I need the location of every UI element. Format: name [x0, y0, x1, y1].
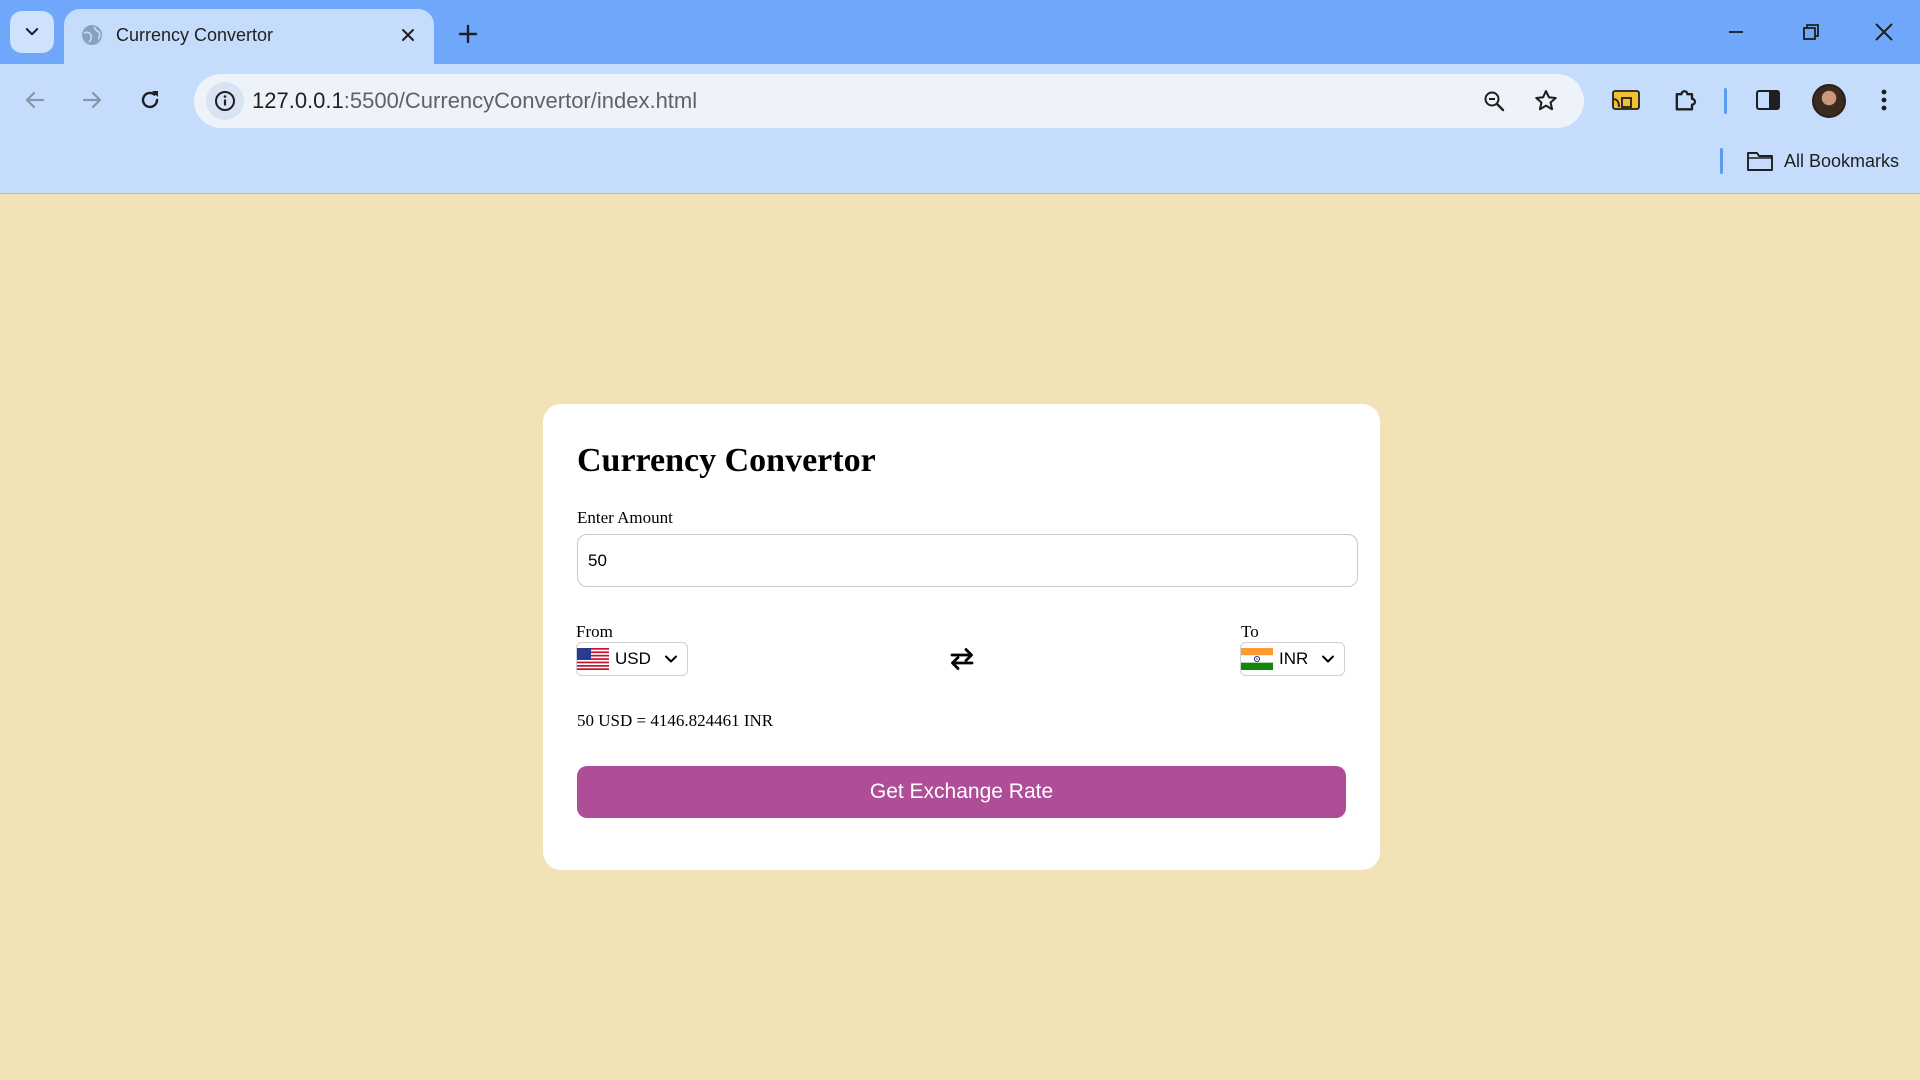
- tab-title: Currency Convertor: [116, 25, 274, 45]
- close-tab-icon[interactable]: [396, 23, 420, 47]
- url-path: :5500/CurrencyConvertor/index.html: [343, 88, 698, 113]
- more-options-icon[interactable]: [1866, 82, 1902, 118]
- new-tab-plus-icon[interactable]: [452, 18, 484, 50]
- page-title: Currency Convertor: [577, 442, 876, 479]
- address-bar[interactable]: 127.0.0.1:5500/CurrencyConvertor/index.h…: [194, 74, 1584, 128]
- restore-icon[interactable]: [1793, 14, 1829, 50]
- url-host: 127.0.0.1: [252, 88, 344, 113]
- bookmark-star-icon[interactable]: [1530, 85, 1562, 117]
- side-panel-icon[interactable]: [1750, 82, 1786, 118]
- amount-label: Enter Amount: [577, 508, 673, 527]
- conversion-result: 50 USD = 4146.824461 INR: [577, 711, 774, 730]
- zoom-icon[interactable]: [1478, 85, 1510, 117]
- minimize-icon[interactable]: [1718, 14, 1754, 50]
- browser-toolbar: 127.0.0.1:5500/CurrencyConvertor/index.h…: [0, 64, 1920, 194]
- swap-arrows-icon[interactable]: [945, 642, 979, 676]
- amount-input[interactable]: [577, 534, 1358, 587]
- all-bookmarks-label: All Bookmarks: [1784, 150, 1900, 171]
- globe-icon: [82, 25, 102, 45]
- converter-card: Currency Convertor Enter Amount From USD…: [543, 404, 1380, 870]
- forward-arrow-icon[interactable]: [72, 80, 112, 120]
- to-label: To: [1241, 622, 1259, 641]
- to-currency-value: INR: [1279, 649, 1309, 668]
- site-info-icon[interactable]: [206, 82, 244, 120]
- browser-tab-bar: Currency Convertor: [0, 0, 1920, 64]
- back-arrow-icon[interactable]: [15, 80, 55, 120]
- from-currency-value: USD: [615, 649, 651, 668]
- cast-icon[interactable]: [1608, 82, 1644, 118]
- browser-tab[interactable]: Currency Convertor: [64, 9, 434, 64]
- us-flag-icon: [577, 648, 609, 670]
- india-flag-icon: [1241, 648, 1273, 670]
- from-currency-select[interactable]: USD: [576, 642, 688, 676]
- toolbar-divider: [1724, 88, 1727, 114]
- profile-avatar[interactable]: [1812, 84, 1846, 118]
- chevron-down-icon: [25, 28, 39, 36]
- url-text[interactable]: 127.0.0.1:5500/CurrencyConvertor/index.h…: [252, 88, 697, 114]
- folder-icon: [1747, 152, 1773, 171]
- chevron-down-icon: [1322, 655, 1335, 663]
- get-exchange-rate-button[interactable]: Get Exchange Rate: [577, 766, 1346, 818]
- reload-icon[interactable]: [130, 80, 170, 120]
- all-bookmarks-button[interactable]: All Bookmarks: [1746, 146, 1899, 176]
- close-window-icon[interactable]: [1866, 14, 1902, 50]
- extensions-puzzle-icon[interactable]: [1667, 82, 1703, 118]
- tab-search-button[interactable]: [10, 11, 54, 53]
- bookmarks-divider: [1720, 148, 1723, 174]
- from-label: From: [576, 622, 613, 641]
- to-currency-select[interactable]: INR: [1240, 642, 1346, 676]
- chevron-down-icon: [664, 655, 677, 663]
